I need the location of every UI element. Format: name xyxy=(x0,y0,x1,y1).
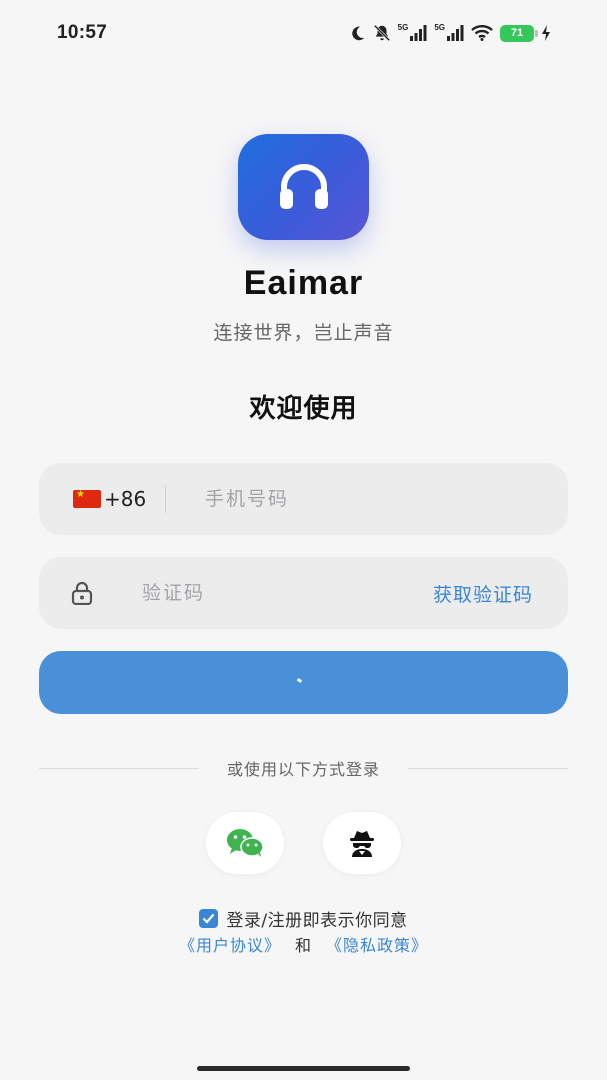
wechat-login-button[interactable] xyxy=(206,812,284,874)
status-icons: 5G 5G 71 xyxy=(349,22,551,42)
battery-icon: 71 xyxy=(500,24,538,42)
network-type-label: 5G xyxy=(397,22,409,32)
app-slogan: 连接世界，岂止声音 xyxy=(213,322,394,344)
home-indicator[interactable] xyxy=(197,1066,410,1071)
wechat-icon xyxy=(227,829,264,857)
field-divider xyxy=(165,485,166,513)
country-code-selector[interactable]: +86 xyxy=(39,487,165,511)
login-screen: 10:57 5G 5G 71 Eaimar 连接世界，岂止声音 欢迎使用 +86 xyxy=(0,0,607,1080)
agreement-checkbox[interactable] xyxy=(199,909,219,928)
network-type-label: 5G xyxy=(434,22,445,32)
guest-login-button[interactable] xyxy=(323,812,401,874)
headphones-icon xyxy=(279,164,328,209)
bell-off-icon xyxy=(373,24,390,42)
battery-level: 71 xyxy=(510,27,524,39)
verification-code-input[interactable] xyxy=(142,582,362,604)
check-icon xyxy=(203,913,215,924)
agreement-links: 《用户协议》 和 《隐私政策》 xyxy=(0,932,607,956)
user-agreement-link[interactable]: 《用户协议》 xyxy=(179,932,281,956)
country-code: +86 xyxy=(104,487,147,511)
divider-line xyxy=(39,767,199,769)
other-methods-divider: 或使用以下方式登录 xyxy=(39,756,569,780)
divider-line xyxy=(408,767,569,769)
wifi-icon xyxy=(471,25,493,41)
charging-icon xyxy=(542,25,550,41)
status-bar: 10:57 5G 5G 71 xyxy=(0,0,607,66)
login-button[interactable] xyxy=(39,651,568,714)
status-time: 10:57 xyxy=(57,22,108,43)
lock-icon xyxy=(71,581,93,605)
agreement-text: 登录/注册即表示你同意 xyxy=(226,911,408,931)
signal-icon xyxy=(410,25,427,41)
code-field: 获取验证码 xyxy=(39,557,568,629)
app-logo xyxy=(238,134,369,240)
app-title: Eaimar xyxy=(243,264,364,302)
incognito-icon xyxy=(350,831,374,857)
get-code-button[interactable]: 获取验证码 xyxy=(433,580,533,607)
welcome-heading: 欢迎使用 xyxy=(249,394,358,424)
loading-spinner xyxy=(296,677,303,684)
phone-input[interactable] xyxy=(205,488,485,510)
privacy-policy-link[interactable]: 《隐私政策》 xyxy=(326,932,428,956)
china-flag-icon xyxy=(73,489,101,508)
phone-field: +86 xyxy=(39,463,568,535)
agreement-row: 登录/注册即表示你同意 xyxy=(0,906,607,931)
other-methods-label: 或使用以下方式登录 xyxy=(227,760,381,779)
moon-icon xyxy=(351,26,364,40)
signal-icon xyxy=(447,25,464,41)
and-text: 和 xyxy=(294,936,312,955)
